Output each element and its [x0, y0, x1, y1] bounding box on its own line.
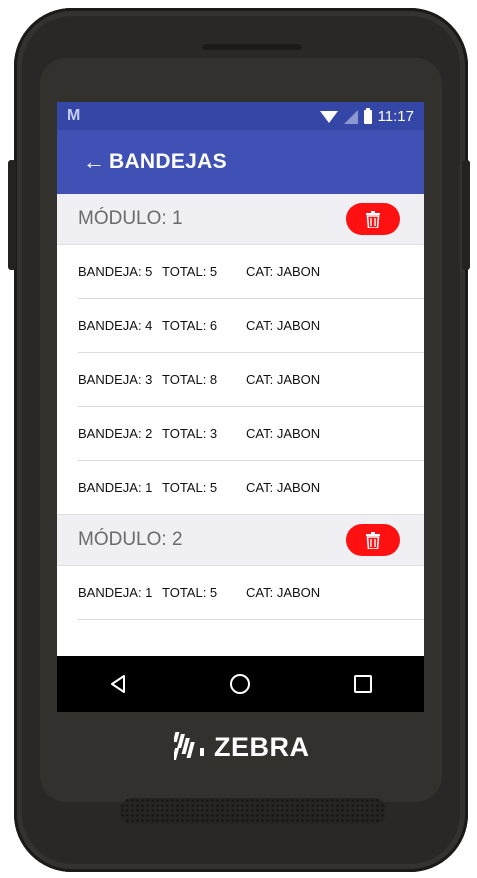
- status-icons: 11:17: [319, 107, 414, 125]
- list-item[interactable]: BANDEJA: 3 TOTAL: 8 CAT: JABON: [78, 353, 424, 407]
- list-item[interactable]: BANDEJA: 1 TOTAL: 5 CAT: JABON: [78, 566, 424, 620]
- nav-home-button[interactable]: [220, 664, 260, 704]
- total-value: TOTAL: 5: [162, 480, 218, 495]
- battery-icon: [363, 107, 372, 124]
- category-value: CAT: JABON: [246, 480, 321, 495]
- delete-module-button[interactable]: [346, 524, 400, 556]
- app-bar: ← BANDEJAS: [57, 130, 424, 194]
- bandeja-value: BANDEJA: 3: [78, 372, 153, 387]
- earpiece: [202, 44, 302, 50]
- bandeja-value: BANDEJA: 5: [78, 264, 153, 279]
- list-item[interactable]: BANDEJA: 4 TOTAL: 6 CAT: JABON: [78, 299, 424, 353]
- side-button-left: [8, 160, 16, 270]
- zebra-head-icon: [174, 732, 204, 760]
- bandeja-value: BANDEJA: 2: [78, 426, 153, 441]
- list-item[interactable]: BANDEJA: 1 TOTAL: 5 CAT: JABON: [78, 461, 424, 514]
- category-value: CAT: JABON: [246, 318, 321, 333]
- category-value: CAT: JABON: [246, 585, 321, 600]
- side-button-right: [462, 160, 470, 270]
- total-value: TOTAL: 5: [162, 585, 218, 600]
- triangle-back-icon: [111, 675, 126, 693]
- square-recents-icon: [353, 675, 372, 693]
- bandeja-value: BANDEJA: 1: [78, 585, 153, 600]
- wifi-icon: [319, 110, 338, 123]
- nav-back-button[interactable]: [98, 664, 138, 704]
- bandeja-value: BANDEJA: 4: [78, 318, 153, 333]
- bandeja-value: BANDEJA: 1: [78, 480, 153, 495]
- list-item[interactable]: BANDEJA: 2 TOTAL: 3 CAT: JABON: [78, 407, 424, 461]
- module-list[interactable]: MÓDULO: 1 BANDEJA: 5 TOTAL: 5 CAT: JABON…: [57, 194, 424, 656]
- module-label: MÓDULO: 1: [78, 208, 183, 229]
- total-value: TOTAL: 5: [162, 264, 218, 279]
- circle-home-icon: [230, 674, 251, 694]
- brand-name: ZEBRA: [214, 731, 310, 762]
- total-value: TOTAL: 3: [162, 426, 218, 441]
- category-value: CAT: JABON: [246, 372, 321, 387]
- trash-icon: [366, 531, 380, 549]
- delete-module-button[interactable]: [346, 203, 400, 235]
- nav-recents-button[interactable]: [343, 664, 383, 704]
- signal-icon: [343, 109, 358, 124]
- category-value: CAT: JABON: [246, 426, 321, 441]
- module-label: MÓDULO: 2: [78, 529, 183, 550]
- module-header: MÓDULO: 2: [57, 514, 424, 566]
- back-arrow-icon[interactable]: ←: [83, 151, 105, 173]
- speaker-grille: [120, 798, 386, 824]
- navigation-bar: [57, 656, 424, 712]
- total-value: TOTAL: 6: [162, 318, 218, 333]
- category-value: CAT: JABON: [246, 264, 321, 279]
- notification-icon: M: [67, 107, 81, 124]
- brand-logo: ZEBRA: [174, 730, 310, 764]
- list-item[interactable]: BANDEJA: 5 TOTAL: 5 CAT: JABON: [78, 245, 424, 299]
- module-header: MÓDULO: 1: [57, 194, 424, 245]
- trash-icon: [366, 210, 380, 228]
- page-title: BANDEJAS: [109, 150, 227, 173]
- status-time: 11:17: [377, 108, 414, 125]
- screen: M 11:17 ← BANDEJAS MÓDULO: 1 BANDEJA: 5 …: [57, 102, 424, 712]
- total-value: TOTAL: 8: [162, 372, 218, 387]
- status-bar: M 11:17: [57, 102, 424, 130]
